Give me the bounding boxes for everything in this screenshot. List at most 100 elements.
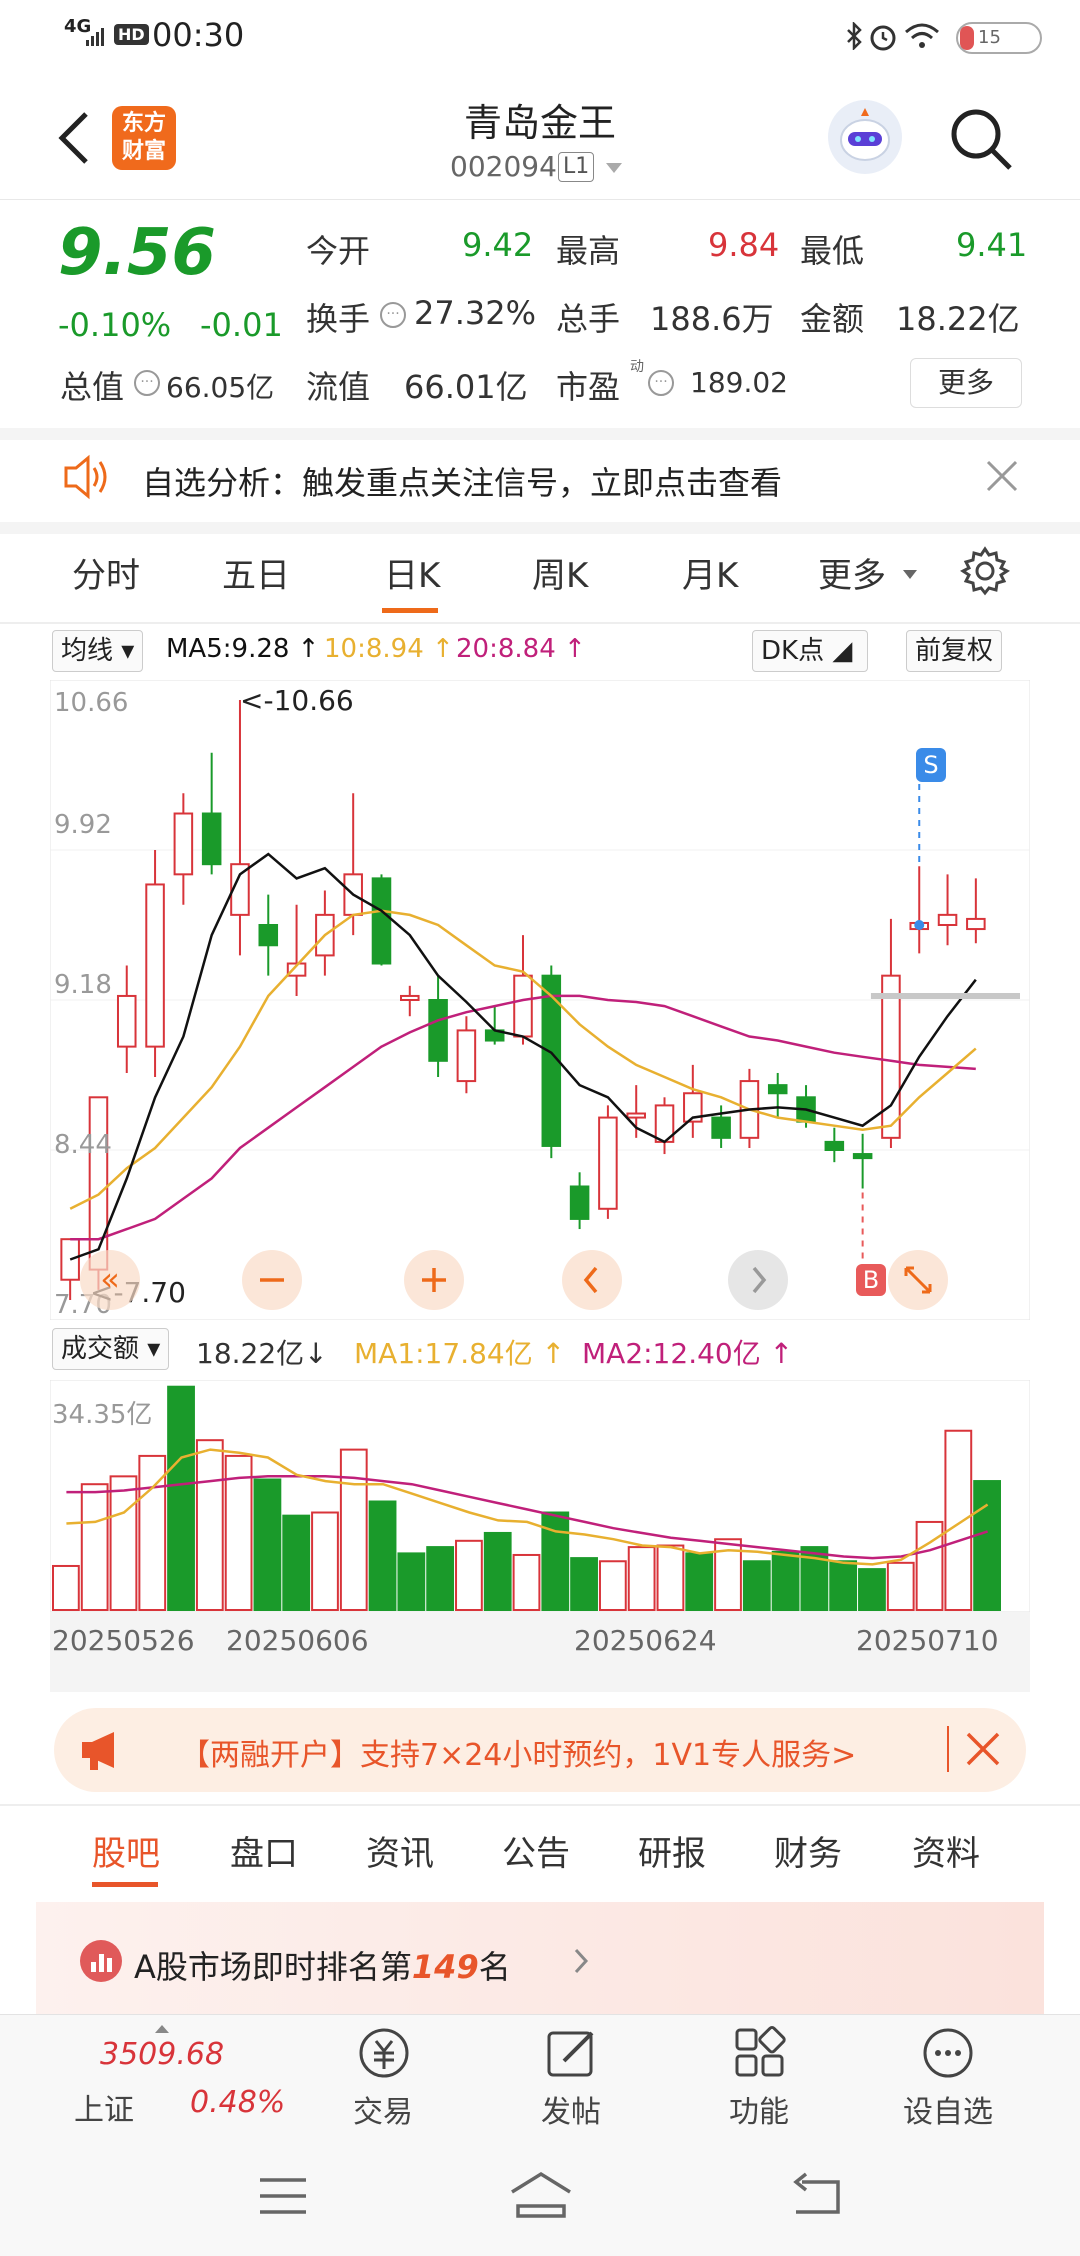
function-label[interactable]: 功能 [716, 2087, 802, 2131]
trade-label[interactable]: 交易 [340, 2087, 426, 2131]
change-pct: -0.10% [58, 306, 172, 344]
kline-svg [50, 680, 1030, 1320]
bar-chart-icon [80, 1940, 122, 1982]
candle-body [371, 877, 392, 965]
turnover-info-icon[interactable]: ··· [380, 302, 406, 328]
max-annotation: <-10.66 [240, 684, 354, 717]
index-change[interactable]: 0.48% [190, 2085, 285, 2120]
tab-news[interactable]: 资讯 [366, 1826, 434, 1875]
volume-bar [397, 1552, 426, 1611]
trade-icon[interactable] [356, 2025, 412, 2085]
volume-select[interactable]: 成交额 ▾ [52, 1328, 170, 1370]
status-bar: 4G HD 00:30 15 [0, 0, 1080, 70]
robot-avatar-icon[interactable] [828, 100, 902, 174]
tab-research[interactable]: 研报 [638, 1826, 706, 1875]
index-value[interactable]: 3509.68 [100, 2037, 224, 2072]
mcap-label: 总值 [60, 368, 125, 406]
volume-select-label: 成交额 [61, 1334, 140, 1364]
volume-chart[interactable]: 34.35亿 [50, 1380, 1030, 1612]
dk-label: DK点 [761, 636, 825, 666]
vol-ma1: MA1:17.84亿 ↑ [354, 1337, 566, 1370]
dk-point-select[interactable]: DK点 ◢ [752, 630, 868, 672]
open-label: 今开 [306, 232, 371, 270]
low-label: 最低 [800, 232, 865, 270]
pe-label: 市盈 [556, 368, 621, 406]
divider [0, 622, 1080, 624]
pe-info-icon[interactable]: ··· [648, 370, 674, 396]
battery-icon: 15 [956, 22, 1042, 54]
code-dropdown-icon[interactable] [604, 160, 624, 179]
ma-select[interactable]: 均线 ▾ [52, 630, 144, 672]
kline-chart[interactable]: 10.66 9.92 9.18 8.44 7.70 <-10.66 <-7.70… [50, 680, 1030, 1320]
bluetooth-icon [846, 20, 864, 54]
tab-monthly-k[interactable]: 月K [682, 548, 738, 597]
tab-five-day[interactable]: 五日 [222, 548, 290, 597]
gear-icon[interactable] [960, 546, 1010, 600]
level-badge: L1 [558, 152, 595, 182]
sell-dot [914, 920, 925, 930]
price-axis-top: 10.66 [54, 688, 129, 718]
candle-body [937, 913, 958, 927]
post-label[interactable]: 发帖 [528, 2087, 614, 2131]
back-nav-icon[interactable] [792, 2172, 842, 2222]
tab-profile[interactable]: 资料 [912, 1826, 980, 1875]
more-quote-button[interactable]: 更多 [910, 358, 1022, 408]
fullscreen-icon[interactable] [888, 1250, 948, 1310]
close-banner-icon[interactable] [984, 458, 1020, 498]
watch-analysis-banner[interactable]: 自选分析：触发重点关注信号，立即点击查看 [142, 458, 782, 504]
volume-bar [512, 1553, 541, 1611]
tab-pankou[interactable]: 盘口 [230, 1826, 298, 1875]
add-watch-label[interactable]: 设自选 [888, 2087, 1008, 2131]
volume-svg [50, 1380, 1030, 1612]
mcap-info-icon[interactable]: ··· [134, 370, 160, 396]
menu-icon[interactable] [258, 2176, 308, 2220]
zoom-out-icon[interactable] [242, 1250, 302, 1310]
pe-value: 189.02 [690, 366, 788, 399]
home-icon[interactable] [508, 2170, 574, 2224]
tab-weekly-k[interactable]: 周K [532, 548, 588, 597]
tab-daily-k[interactable]: 日K [384, 548, 440, 597]
tab-guba[interactable]: 股吧 [92, 1826, 160, 1875]
search-icon[interactable] [948, 106, 1014, 176]
tab-more[interactable]: 更多 [818, 548, 886, 597]
divider [0, 522, 1080, 534]
high-value: 9.84 [708, 226, 780, 264]
app-logo[interactable]: 东方 财富 [112, 106, 176, 170]
vol-ma2-label: MA2:12.40亿 [582, 1337, 761, 1370]
adjust-select[interactable]: 前复权 [906, 630, 1003, 672]
volume-bar [829, 1560, 858, 1611]
volume-bar [915, 1520, 944, 1611]
tab-announcement[interactable]: 公告 [502, 1826, 570, 1875]
low-value: 9.41 [956, 226, 1028, 264]
rank-number: 149 [411, 1948, 479, 1986]
scroll-left-icon[interactable] [562, 1250, 622, 1310]
tab-intraday[interactable]: 分时 [72, 548, 140, 597]
post-icon[interactable] [544, 2025, 600, 2085]
index-name[interactable]: 上证 [74, 2085, 134, 2129]
scroll-right-icon[interactable] [728, 1250, 788, 1310]
more-dots-icon[interactable] [920, 2025, 976, 2085]
candle-body [966, 917, 986, 931]
buy-marker[interactable]: B [856, 1264, 886, 1296]
rank-bar[interactable]: A股市场即时排名第149名 [36, 1902, 1044, 2014]
index-up-arrow-icon [154, 2019, 170, 2038]
volume-bar [52, 1564, 80, 1611]
tab-finance[interactable]: 财务 [774, 1826, 842, 1875]
candle-body [513, 974, 533, 1038]
tab-more-dropdown-icon[interactable] [902, 566, 918, 585]
function-grid-icon[interactable] [732, 2025, 788, 2085]
scroll-left-fast-icon[interactable]: « [80, 1250, 140, 1310]
candle-body [456, 1029, 477, 1083]
float-value: 66.01亿 [404, 368, 528, 406]
ad-text: 【两融开户】支持7×24小时预约，1V1专人服务> [180, 1738, 857, 1773]
candle-body [852, 1153, 873, 1160]
open-value: 9.42 [462, 226, 534, 264]
zoom-in-icon[interactable] [404, 1250, 464, 1310]
price-axis-3: 9.18 [54, 970, 112, 1000]
divider [0, 428, 1080, 440]
close-ad-icon[interactable] [964, 1730, 1002, 1772]
sell-marker[interactable]: S [916, 748, 946, 782]
back-icon[interactable] [56, 110, 92, 170]
ad-divider [947, 1726, 949, 1772]
margin-trading-ad[interactable]: 【两融开户】支持7×24小时预约，1V1专人服务> [54, 1708, 1026, 1792]
